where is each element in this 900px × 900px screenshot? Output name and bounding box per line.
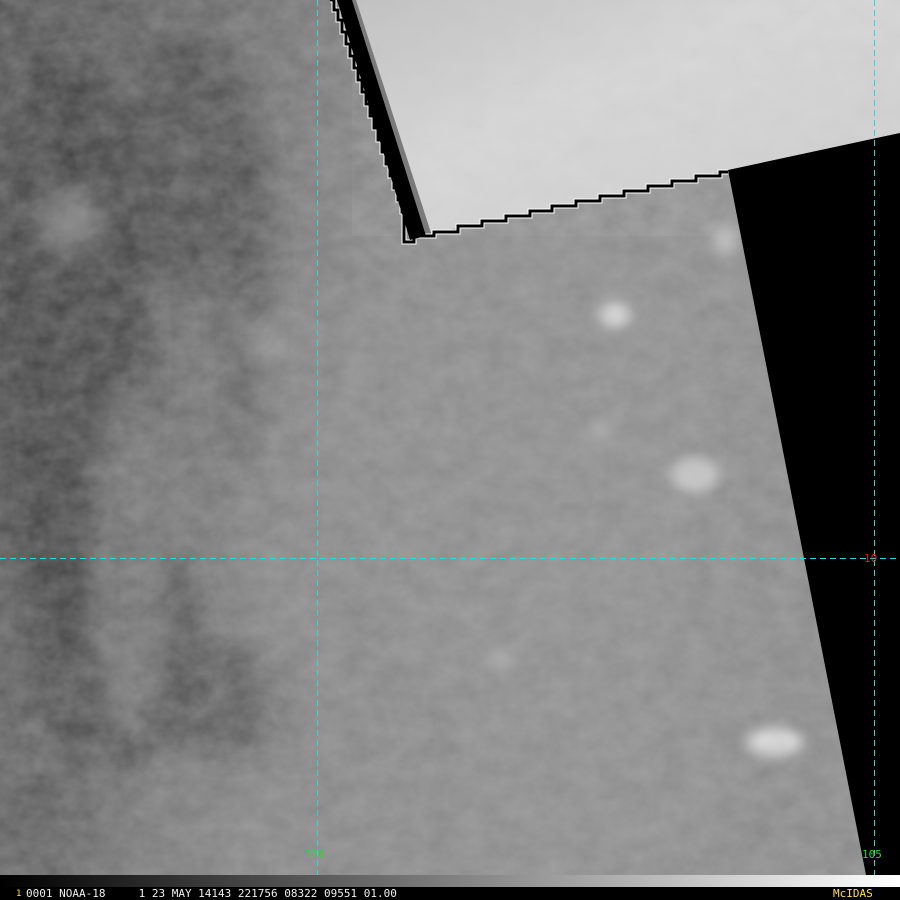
info-strip: 1 0001 NOAA-18 1 23 MAY 14143 221756 083… xyxy=(0,887,900,900)
frame-number: 1 xyxy=(16,889,22,899)
grayscale-bar xyxy=(0,875,900,887)
mcidas-brand-label: McIDAS xyxy=(833,887,873,900)
lon-label-105: 105 xyxy=(862,848,882,861)
lat-label-10: 10 xyxy=(864,552,878,565)
satellite-imagery xyxy=(0,0,900,875)
lon-label-110: 110 xyxy=(305,848,325,861)
image-info-text: 0001 NOAA-18 1 23 MAY 14143 221756 08322… xyxy=(26,887,397,900)
satellite-viewport: 110 105 10 1 0001 NOAA-18 1 23 MAY 14143… xyxy=(0,0,900,900)
status-bar: 1 0001 NOAA-18 1 23 MAY 14143 221756 083… xyxy=(0,875,900,900)
